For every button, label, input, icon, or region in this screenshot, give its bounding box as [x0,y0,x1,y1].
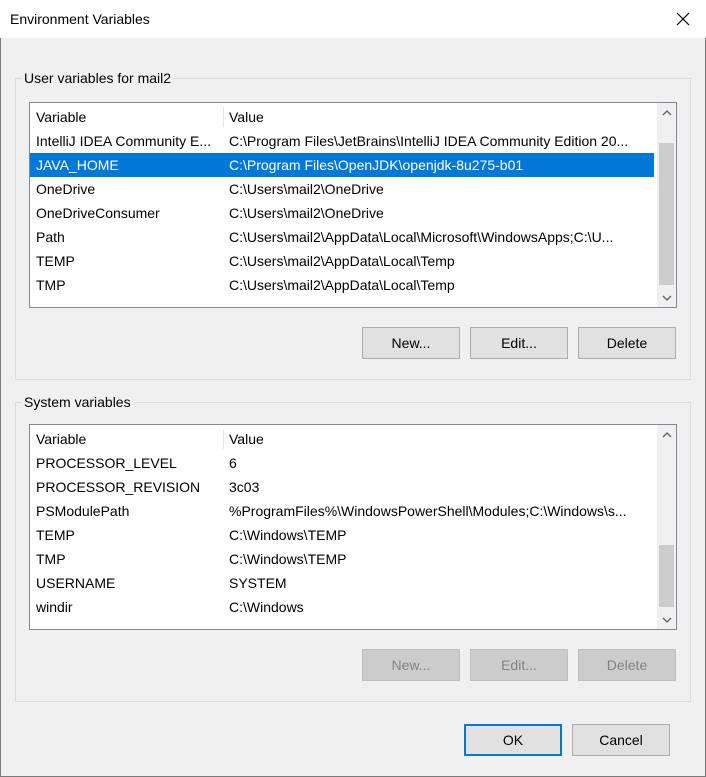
scroll-down-arrow[interactable] [657,288,676,307]
variable-value: C:\Windows [229,599,304,615]
variable-name: PROCESSOR_REVISION [36,479,201,495]
variable-value: C:\Windows\TEMP [229,527,347,543]
column-header-variable[interactable]: Variable [30,425,221,451]
variable-row[interactable]: TEMP C:\Windows\TEMP [30,523,654,547]
close-icon [676,12,690,26]
scroll-up-arrow[interactable] [657,103,676,122]
user-variables-label: User variables for mail2 [22,70,174,86]
variable-value: C:\Users\mail2\AppData\Local\Microsoft\W… [229,229,614,245]
variable-value: C:\Users\mail2\OneDrive [229,205,384,221]
user-edit-button[interactable]: Edit... [470,327,568,359]
variable-row[interactable]: JAVA_HOME C:\Program Files\OpenJDK\openjd… [30,153,654,177]
variable-name: TMP [36,551,66,567]
variable-value: C:\Program Files\OpenJDK\openjdk-8u275-b… [229,157,524,173]
variable-row[interactable]: OneDrive C:\Users\mail2\OneDrive [30,177,654,201]
variable-name: USERNAME [36,575,116,591]
variable-name: OneDriveConsumer [36,205,160,221]
scroll-thumb[interactable] [659,545,674,607]
variable-name: PSModulePath [36,503,130,519]
column-header-value[interactable]: Value [223,425,649,451]
system-variables-list[interactable]: Variable Value PROCESSOR_LEVEL 6 PROCESSOR… [29,424,677,630]
variable-row[interactable]: TMP C:\Users\mail2\AppData\Local\Temp [30,273,654,297]
user-list-header: Variable Value [30,103,654,129]
variable-name: Path [36,229,65,245]
variable-row[interactable]: USERNAME SYSTEM [30,571,654,595]
variable-name: TEMP [36,253,75,269]
variable-name: windir [36,599,73,615]
cancel-button[interactable]: Cancel [572,724,670,756]
system-edit-button[interactable]: Edit... [470,649,568,681]
chevron-down-icon [662,617,671,623]
window-title: Environment Variables [10,11,150,27]
chevron-up-icon [662,109,671,115]
variable-name: JAVA_HOME [36,157,119,173]
variable-value: C:\Users\mail2\AppData\Local\Temp [229,253,455,269]
variable-row[interactable]: windir C:\Windows [30,595,654,619]
system-new-button[interactable]: New... [362,649,460,681]
variable-row[interactable]: PSModulePath %ProgramFiles%\WindowsPowerS… [30,499,654,523]
variable-value: C:\Windows\TEMP [229,551,347,567]
chevron-down-icon [662,295,671,301]
system-variables-label: System variables [22,394,133,410]
user-list-scrollbar[interactable] [657,103,676,307]
variable-name: TEMP [36,527,75,543]
variable-row[interactable]: TMP C:\Windows\TEMP [30,547,654,571]
variable-value: C:\Program Files\JetBrains\IntelliJ IDEA… [229,133,629,149]
variable-name: PROCESSOR_LEVEL [36,455,177,471]
user-new-button[interactable]: New... [362,327,460,359]
system-list-header: Variable Value [30,425,654,451]
variable-name: IntelliJ IDEA Community E... [36,133,212,149]
column-header-value[interactable]: Value [223,103,649,129]
ok-button[interactable]: OK [464,724,562,756]
variable-row[interactable]: PROCESSOR_LEVEL 6 [30,451,654,475]
variable-name: OneDrive [36,181,96,197]
variable-value: SYSTEM [229,575,287,591]
variable-value: 3c03 [229,479,260,495]
variable-name: TMP [36,277,66,293]
variable-row[interactable]: IntelliJ IDEA Community E... C:\Program F… [30,129,654,153]
system-list-scrollbar[interactable] [657,425,676,629]
system-delete-button[interactable]: Delete [578,649,676,681]
close-button[interactable] [660,0,706,38]
scroll-thumb[interactable] [659,143,674,285]
user-variables-list[interactable]: Variable Value IntelliJ IDEA Community E… [29,102,677,308]
title-bar: Environment Variables [0,0,706,38]
user-delete-button[interactable]: Delete [578,327,676,359]
scroll-up-arrow[interactable] [657,425,676,444]
scroll-down-arrow[interactable] [657,610,676,629]
variable-row[interactable]: OneDriveConsumer C:\Users\mail2\OneDrive [30,201,654,225]
variable-row[interactable]: TEMP C:\Users\mail2\AppData\Local\Temp [30,249,654,273]
variable-row[interactable]: Path C:\Users\mail2\AppData\Local\Microso… [30,225,654,249]
variable-value: C:\Users\mail2\OneDrive [229,181,384,197]
variable-value: 6 [229,455,237,471]
chevron-up-icon [662,431,671,437]
variable-value: %ProgramFiles%\WindowsPowerShell\Modules… [229,503,627,519]
column-header-variable[interactable]: Variable [30,103,221,129]
variable-row[interactable]: PROCESSOR_REVISION 3c03 [30,475,654,499]
variable-value: C:\Users\mail2\AppData\Local\Temp [229,277,455,293]
